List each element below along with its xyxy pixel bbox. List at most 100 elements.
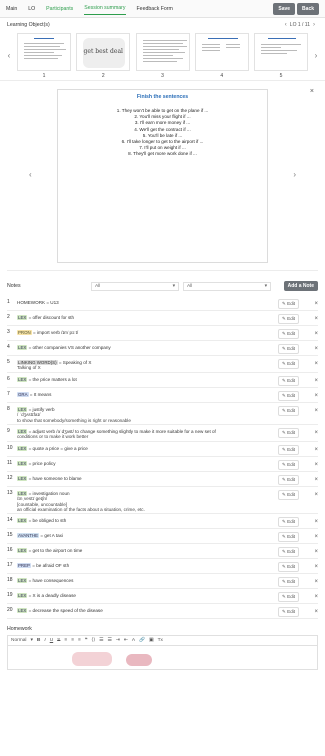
note-number: 17 bbox=[7, 562, 13, 569]
delete-note-icon[interactable]: × bbox=[314, 301, 318, 307]
homework-editor[interactable] bbox=[7, 646, 318, 671]
edit-note-button[interactable]: ✎ Edit bbox=[278, 547, 300, 558]
pager-prev-icon[interactable]: ‹ bbox=[282, 22, 290, 28]
save-button[interactable]: Save bbox=[273, 2, 296, 15]
thumb-preview: get best deal bbox=[76, 32, 131, 71]
bold-icon[interactable]: B bbox=[37, 638, 40, 643]
note-number: 4 bbox=[7, 344, 10, 350]
delete-note-icon[interactable]: × bbox=[314, 534, 318, 540]
edit-note-button[interactable]: ✎ Edit bbox=[278, 314, 300, 324]
note-row: 11 LEX = price policy ✎ Edit × bbox=[7, 457, 318, 472]
edit-note-button[interactable]: ✎ Edit bbox=[278, 428, 300, 439]
edit-note-button[interactable]: ✎ Edit bbox=[278, 592, 300, 603]
edit-note-button[interactable]: ✎ Edit bbox=[278, 489, 300, 500]
lo-thumb[interactable]: 4 bbox=[194, 32, 250, 79]
strip-prev-icon[interactable]: ‹ bbox=[4, 51, 14, 60]
note-body: LEX = other companies VS another company bbox=[15, 342, 278, 350]
lo-thumb[interactable]: 3 bbox=[135, 32, 191, 79]
viewer-prev-icon[interactable]: ‹ bbox=[29, 170, 32, 179]
notes-filter-select[interactable]: All ▾ bbox=[91, 281, 179, 291]
lo-thumb[interactable]: 5 bbox=[253, 32, 309, 79]
code-icon[interactable]: ⟨⟩ bbox=[91, 638, 95, 643]
add-note-button[interactable]: Add a Note bbox=[283, 281, 318, 291]
delete-note-icon[interactable]: × bbox=[314, 393, 318, 399]
delete-note-icon[interactable]: × bbox=[314, 492, 318, 498]
align-center-icon[interactable]: ≡ bbox=[71, 638, 74, 643]
delete-note-icon[interactable]: × bbox=[314, 430, 318, 436]
align-right-icon[interactable]: ≡ bbox=[78, 638, 81, 643]
edit-note-button[interactable]: ✎ Edit bbox=[278, 607, 300, 618]
edit-note-button[interactable]: ✎ Edit bbox=[278, 405, 300, 416]
edit-note-button[interactable]: ✎ Edit bbox=[278, 344, 300, 354]
image-icon[interactable]: ▣ bbox=[149, 638, 154, 643]
style-select[interactable]: Normal bbox=[11, 638, 26, 643]
delete-note-icon[interactable]: × bbox=[314, 361, 318, 367]
note-text: = justify verb bbox=[27, 406, 55, 412]
delete-note-icon[interactable]: × bbox=[314, 447, 318, 453]
tab-participants[interactable]: Participants bbox=[46, 3, 73, 15]
align-left-icon[interactable]: ≡ bbox=[64, 638, 67, 643]
homework-image bbox=[72, 652, 112, 667]
link-icon[interactable]: 🔗 bbox=[139, 638, 145, 643]
pager-next-icon[interactable]: › bbox=[310, 22, 318, 28]
note-text: = offer discount for sth bbox=[27, 315, 75, 320]
delete-note-icon[interactable]: × bbox=[314, 564, 318, 570]
tab-feedback-form[interactable]: Feedback Form bbox=[137, 3, 173, 15]
close-icon[interactable]: × bbox=[310, 88, 314, 95]
text-size-icon[interactable]: A bbox=[132, 638, 135, 643]
edit-note-button[interactable]: ✎ Edit bbox=[278, 375, 300, 386]
outdent-icon[interactable]: ⇤ bbox=[124, 638, 128, 643]
delete-note-icon[interactable]: × bbox=[314, 346, 318, 352]
lo-thumb[interactable]: get best deal 2 bbox=[75, 32, 131, 79]
edit-note-button[interactable]: ✎ Edit bbox=[278, 577, 300, 588]
delete-note-icon[interactable]: × bbox=[314, 316, 318, 322]
edit-note-button[interactable]: ✎ Edit bbox=[278, 299, 300, 309]
tab-lo[interactable]: LO bbox=[28, 3, 35, 15]
thumb-number: 3 bbox=[161, 72, 164, 79]
underline-icon[interactable]: U bbox=[50, 638, 53, 643]
notes-category-select[interactable]: All ▾ bbox=[183, 281, 271, 291]
lo-thumb[interactable]: 1 bbox=[16, 32, 72, 79]
note-body: AVANTHE = get A taxi bbox=[15, 530, 278, 539]
back-button[interactable]: Back bbox=[297, 2, 319, 15]
indent-icon[interactable]: ⇥ bbox=[116, 638, 120, 643]
chevron-down-icon[interactable]: ▾ bbox=[30, 638, 32, 643]
note-row: 15 AVANTHE = get A taxi ✎ Edit × bbox=[7, 529, 318, 545]
delete-note-icon[interactable]: × bbox=[314, 477, 318, 483]
edit-note-button[interactable]: ✎ Edit bbox=[278, 532, 300, 543]
edit-note-button[interactable]: ✎ Edit bbox=[278, 459, 300, 470]
note-tag: LEX bbox=[17, 593, 28, 599]
tab-session-summary[interactable]: Session summary bbox=[84, 2, 126, 15]
delete-note-icon[interactable]: × bbox=[314, 408, 318, 414]
delete-note-icon[interactable]: × bbox=[314, 331, 318, 337]
edit-note-button[interactable]: ✎ Edit bbox=[278, 359, 300, 369]
strip-next-icon[interactable]: › bbox=[311, 51, 321, 60]
quote-icon[interactable]: ❝ bbox=[85, 638, 88, 643]
note-number: 20 bbox=[7, 607, 13, 614]
edit-note-button[interactable]: ✎ Edit bbox=[278, 444, 300, 455]
delete-note-icon[interactable]: × bbox=[314, 594, 318, 600]
note-text: = price policy bbox=[27, 460, 56, 466]
delete-note-icon[interactable]: × bbox=[314, 462, 318, 468]
delete-note-icon[interactable]: × bbox=[314, 579, 318, 585]
list-ordered-icon[interactable]: ☰ bbox=[99, 638, 103, 643]
note-tag: LEX bbox=[17, 345, 28, 350]
note-number: 12 bbox=[7, 474, 13, 481]
note-tag: LEX bbox=[17, 518, 28, 524]
list-bullet-icon[interactable]: ☰ bbox=[107, 638, 111, 643]
clear-format-icon[interactable]: Tx bbox=[158, 638, 163, 643]
edit-note-button[interactable]: ✎ Edit bbox=[278, 517, 300, 528]
delete-note-icon[interactable]: × bbox=[314, 378, 318, 384]
delete-note-icon[interactable]: × bbox=[314, 609, 318, 615]
note-row: 18 LEX = have consequences ✎ Edit × bbox=[7, 574, 318, 590]
delete-note-icon[interactable]: × bbox=[314, 519, 318, 525]
edit-note-button[interactable]: ✎ Edit bbox=[278, 562, 300, 573]
delete-note-icon[interactable]: × bbox=[314, 549, 318, 555]
tab-main[interactable]: Main bbox=[6, 3, 17, 15]
italic-icon[interactable]: I bbox=[44, 638, 45, 643]
edit-note-button[interactable]: ✎ Edit bbox=[278, 474, 300, 485]
viewer-next-icon[interactable]: › bbox=[293, 170, 296, 179]
edit-note-button[interactable]: ✎ Edit bbox=[278, 329, 300, 339]
strike-icon[interactable]: S bbox=[57, 638, 60, 643]
edit-note-button[interactable]: ✎ Edit bbox=[278, 390, 300, 401]
